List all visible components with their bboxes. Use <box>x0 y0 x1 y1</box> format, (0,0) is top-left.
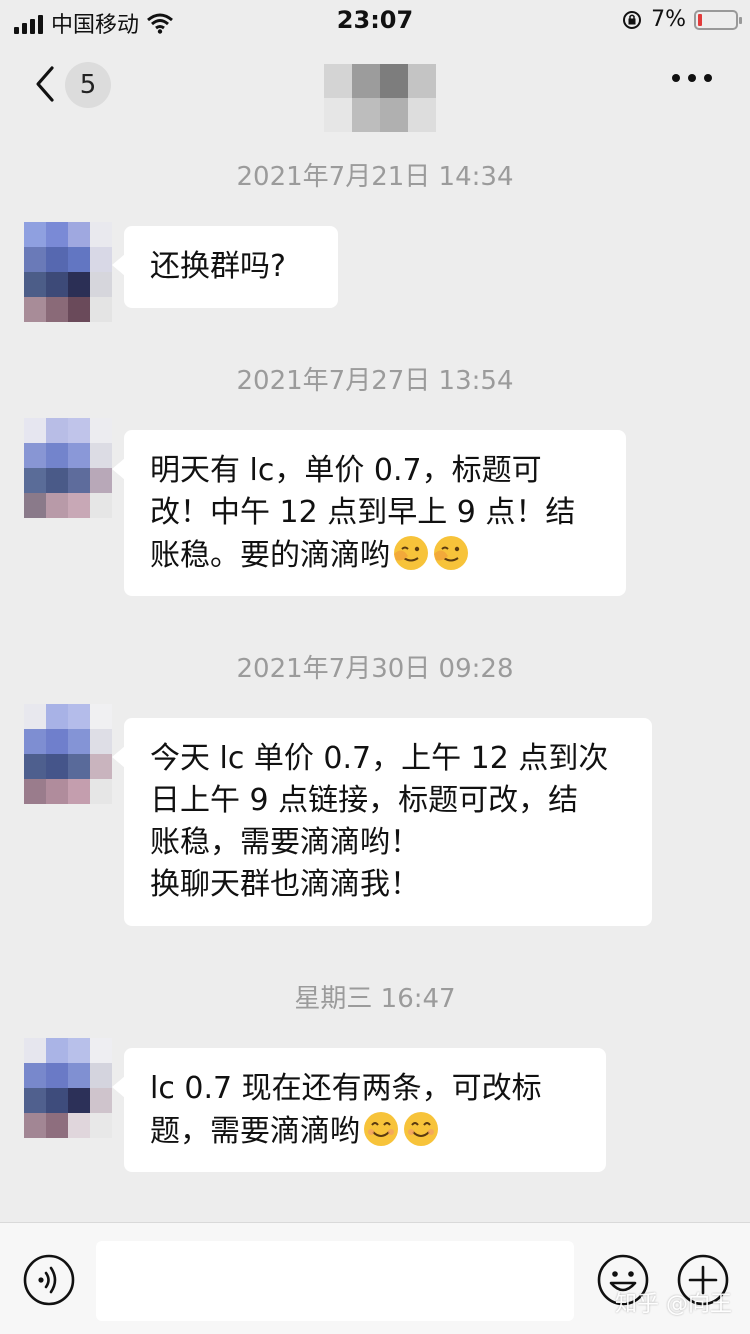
wink-emoji-icon <box>434 536 468 570</box>
nav-bar: 5 <box>0 44 750 132</box>
battery-percent: 7% <box>651 7 686 32</box>
message-timestamp: 星期三 16:47 <box>294 984 456 1014</box>
back-chevron-icon[interactable] <box>28 62 68 106</box>
smile-emoji-icon <box>404 1112 438 1146</box>
status-right: 7% <box>621 7 742 32</box>
wink-emoji-icon <box>394 536 428 570</box>
message-timestamp: 2021年7月21日 14:34 <box>236 162 514 192</box>
message-bubble[interactable]: 明天有 lc，单价 0.7，标题可 改！中午 12 点到早上 9 点！结 账稳。… <box>112 430 626 596</box>
avatar[interactable] <box>24 222 112 322</box>
avatar[interactable] <box>24 418 112 518</box>
smile-emoji-icon <box>364 1112 398 1146</box>
avatar[interactable] <box>24 704 112 804</box>
rotation-lock-icon <box>623 10 642 29</box>
battery-icon <box>694 9 742 30</box>
input-bar: 知乎 @向王 <box>0 1222 750 1334</box>
status-bar: 中国移动 23:07 7% <box>0 0 750 40</box>
message-bubble[interactable]: 今天 lc 单价 0.7，上午 12 点到次 日上午 9 点链接，标题可改，结 … <box>112 718 652 926</box>
message-text: lc 0.7 现在还有两条，可改标 题，需要滴滴哟 <box>150 1071 542 1149</box>
message-bubble[interactable]: lc 0.7 现在还有两条，可改标 题，需要滴滴哟 <box>112 1048 606 1172</box>
voice-icon[interactable] <box>22 1253 76 1307</box>
message-timestamp: 2021年7月30日 09:28 <box>236 654 514 684</box>
chat-screen: 中国移动 23:07 7% 5 2021年7月21日 14:34 还换群吗? 2… <box>0 0 750 1334</box>
message-bubble[interactable]: 还换群吗? <box>112 226 338 308</box>
unread-badge[interactable]: 5 <box>65 62 111 108</box>
message-input[interactable] <box>96 1241 574 1321</box>
message-text: 明天有 lc，单价 0.7，标题可 改！中午 12 点到早上 9 点！结 账稳。… <box>150 453 576 573</box>
chat-title-blurred <box>324 64 436 132</box>
more-icon[interactable] <box>672 74 712 82</box>
message-timestamp: 2021年7月27日 13:54 <box>236 366 514 396</box>
watermark: 知乎 @向王 <box>615 1292 732 1317</box>
avatar[interactable] <box>24 1038 112 1138</box>
